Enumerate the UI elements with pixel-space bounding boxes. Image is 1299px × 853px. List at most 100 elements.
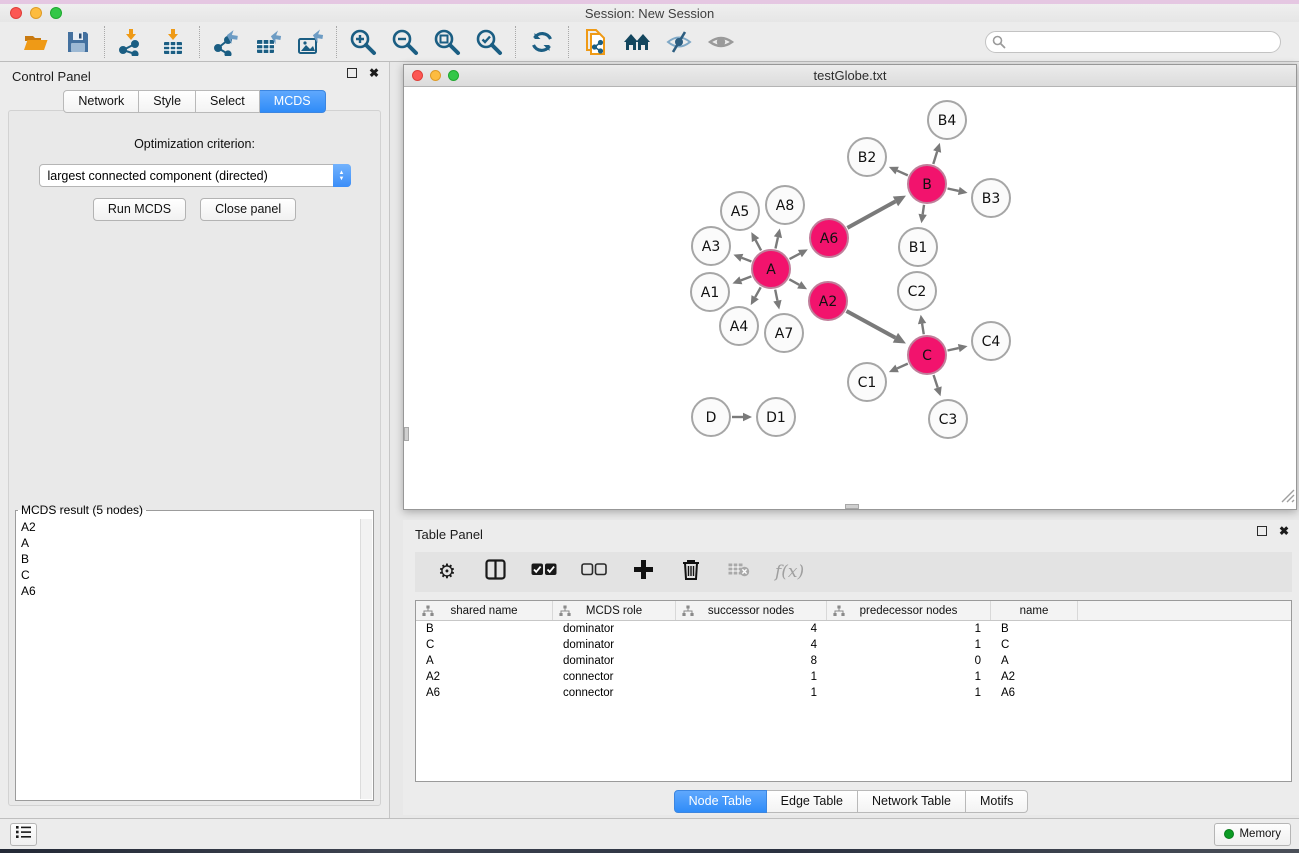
export-table-button[interactable] bbox=[252, 26, 284, 58]
mcds-result-item[interactable]: C bbox=[17, 567, 359, 583]
graph-node-A2[interactable]: A2 bbox=[809, 282, 847, 320]
export-network-button[interactable] bbox=[210, 26, 242, 58]
close-panel-icon[interactable]: ✖ bbox=[369, 68, 379, 78]
graph-node-B2[interactable]: B2 bbox=[848, 138, 886, 176]
graph-edge-B-B2[interactable] bbox=[897, 171, 908, 176]
column-header-name[interactable]: name bbox=[991, 601, 1078, 620]
hide-details-button[interactable] bbox=[663, 26, 695, 58]
graph-edge-C-C4[interactable] bbox=[948, 348, 959, 350]
zoom-in-button[interactable] bbox=[347, 26, 379, 58]
float-panel-icon[interactable] bbox=[1257, 526, 1267, 536]
delete-rows-button[interactable] bbox=[679, 558, 703, 586]
graph-edge-C-C1[interactable] bbox=[897, 364, 908, 369]
graph-node-C2[interactable]: C2 bbox=[898, 272, 936, 310]
network-canvas-area[interactable]: B4B2BB3A8A5A6A3B1AC2A1A2A4A7C4CC1C3DD1 bbox=[404, 87, 1296, 509]
tab-motifs[interactable]: Motifs bbox=[966, 790, 1028, 813]
refresh-view-button[interactable] bbox=[526, 26, 558, 58]
search-input[interactable] bbox=[985, 31, 1281, 53]
delete-table-button[interactable] bbox=[727, 558, 751, 586]
graph-node-B1[interactable]: B1 bbox=[899, 228, 937, 266]
tab-edge-table[interactable]: Edge Table bbox=[767, 790, 858, 813]
tab-style[interactable]: Style bbox=[139, 90, 196, 113]
open-file-button[interactable] bbox=[20, 26, 52, 58]
graph-node-A1[interactable]: A1 bbox=[691, 273, 729, 311]
graph-edge-C-C2[interactable] bbox=[922, 324, 924, 335]
zoom-selected-button[interactable] bbox=[473, 26, 505, 58]
tab-select[interactable]: Select bbox=[196, 90, 260, 113]
graph-edge-B-B4[interactable] bbox=[933, 151, 937, 163]
save-session-button[interactable] bbox=[62, 26, 94, 58]
graph-node-B3[interactable]: B3 bbox=[972, 179, 1010, 217]
task-history-button[interactable] bbox=[10, 823, 37, 846]
run-mcds-button[interactable]: Run MCDS bbox=[93, 198, 186, 221]
graph-edge-A-A6[interactable] bbox=[790, 254, 800, 260]
table-row[interactable]: Cdominator41C bbox=[416, 637, 1291, 653]
graph-node-A[interactable]: A bbox=[752, 250, 790, 288]
graph-node-A7[interactable]: A7 bbox=[765, 314, 803, 352]
table-settings-button[interactable]: ⚙ bbox=[435, 558, 459, 586]
zoom-out-button[interactable] bbox=[389, 26, 421, 58]
graph-node-B4[interactable]: B4 bbox=[928, 101, 966, 139]
graph-node-C4[interactable]: C4 bbox=[972, 322, 1010, 360]
import-network-button[interactable] bbox=[115, 26, 147, 58]
mcds-result-item[interactable]: A bbox=[17, 535, 359, 551]
graph-node-A8[interactable]: A8 bbox=[766, 186, 804, 224]
graph-edge-A6-B[interactable] bbox=[847, 201, 895, 227]
resize-grip-icon[interactable] bbox=[1281, 489, 1295, 508]
graph-node-D[interactable]: D bbox=[692, 398, 730, 436]
graph-edge-A-A4[interactable] bbox=[755, 287, 761, 297]
graph-edge-A-A1[interactable] bbox=[741, 276, 751, 280]
graph-node-C3[interactable]: C3 bbox=[929, 400, 967, 438]
table-row[interactable]: Bdominator41B bbox=[416, 621, 1291, 637]
graph-node-A5[interactable]: A5 bbox=[721, 192, 759, 230]
vertical-scroll-nub[interactable] bbox=[404, 427, 409, 441]
graph-edge-B-B1[interactable] bbox=[923, 205, 924, 215]
tab-network[interactable]: Network bbox=[63, 90, 139, 113]
column-header-successor-nodes[interactable]: successor nodes bbox=[676, 601, 827, 620]
mcds-result-item[interactable]: A2 bbox=[17, 519, 359, 535]
tab-mcds[interactable]: MCDS bbox=[260, 90, 326, 113]
apply-function-button[interactable]: f(x) bbox=[775, 558, 804, 586]
table-row[interactable]: Adominator80A bbox=[416, 653, 1291, 669]
graph-node-A6[interactable]: A6 bbox=[810, 219, 848, 257]
close-panel-icon[interactable]: ✖ bbox=[1279, 526, 1289, 536]
close-panel-button[interactable]: Close panel bbox=[200, 198, 296, 221]
add-row-button[interactable] bbox=[631, 558, 655, 586]
tab-network-table[interactable]: Network Table bbox=[858, 790, 966, 813]
graph-edge-A-A8[interactable] bbox=[775, 237, 777, 248]
graph-node-B[interactable]: B bbox=[908, 165, 946, 203]
graph-edge-A-A2[interactable] bbox=[789, 279, 799, 285]
column-header-shared-name[interactable]: shared name bbox=[416, 601, 553, 620]
graph-edge-A-A7[interactable] bbox=[775, 290, 777, 301]
table-row[interactable]: A2connector11A2 bbox=[416, 669, 1291, 685]
result-scrollbar[interactable] bbox=[360, 519, 372, 799]
graph-edge-A2-C[interactable] bbox=[846, 311, 895, 338]
graph-edge-B-B3[interactable] bbox=[948, 188, 959, 190]
graph-edge-A-A5[interactable] bbox=[756, 240, 762, 250]
graph-node-A3[interactable]: A3 bbox=[692, 227, 730, 265]
tab-node-table[interactable]: Node Table bbox=[674, 790, 767, 813]
graph-node-C[interactable]: C bbox=[908, 336, 946, 374]
mcds-result-item[interactable]: A6 bbox=[17, 583, 359, 599]
mcds-result-item[interactable]: B bbox=[17, 551, 359, 567]
select-all-rows-button[interactable] bbox=[531, 558, 557, 586]
show-details-button[interactable] bbox=[705, 26, 737, 58]
network-document-button[interactable] bbox=[579, 26, 611, 58]
home-button[interactable] bbox=[621, 26, 653, 58]
column-header-predecessor-nodes[interactable]: predecessor nodes bbox=[827, 601, 991, 620]
import-table-button[interactable] bbox=[157, 26, 189, 58]
criterion-dropdown[interactable]: largest connected component (directed) ▲… bbox=[39, 164, 351, 187]
horizontal-scroll-nub[interactable] bbox=[845, 504, 859, 509]
export-image-button[interactable] bbox=[294, 26, 326, 58]
graph-node-A4[interactable]: A4 bbox=[720, 307, 758, 345]
network-window-titlebar[interactable]: testGlobe.txt bbox=[404, 65, 1296, 87]
deselect-all-rows-button[interactable] bbox=[581, 558, 607, 586]
graph-node-D1[interactable]: D1 bbox=[757, 398, 795, 436]
zoom-fit-button[interactable] bbox=[431, 26, 463, 58]
float-panel-icon[interactable] bbox=[347, 68, 357, 78]
graph-edge-A-A3[interactable] bbox=[742, 258, 752, 262]
column-header-mcds-role[interactable]: MCDS role bbox=[553, 601, 676, 620]
table-row[interactable]: A6connector11A6 bbox=[416, 685, 1291, 701]
column-layout-button[interactable] bbox=[483, 558, 507, 586]
graph-edge-C-C3[interactable] bbox=[934, 375, 938, 388]
